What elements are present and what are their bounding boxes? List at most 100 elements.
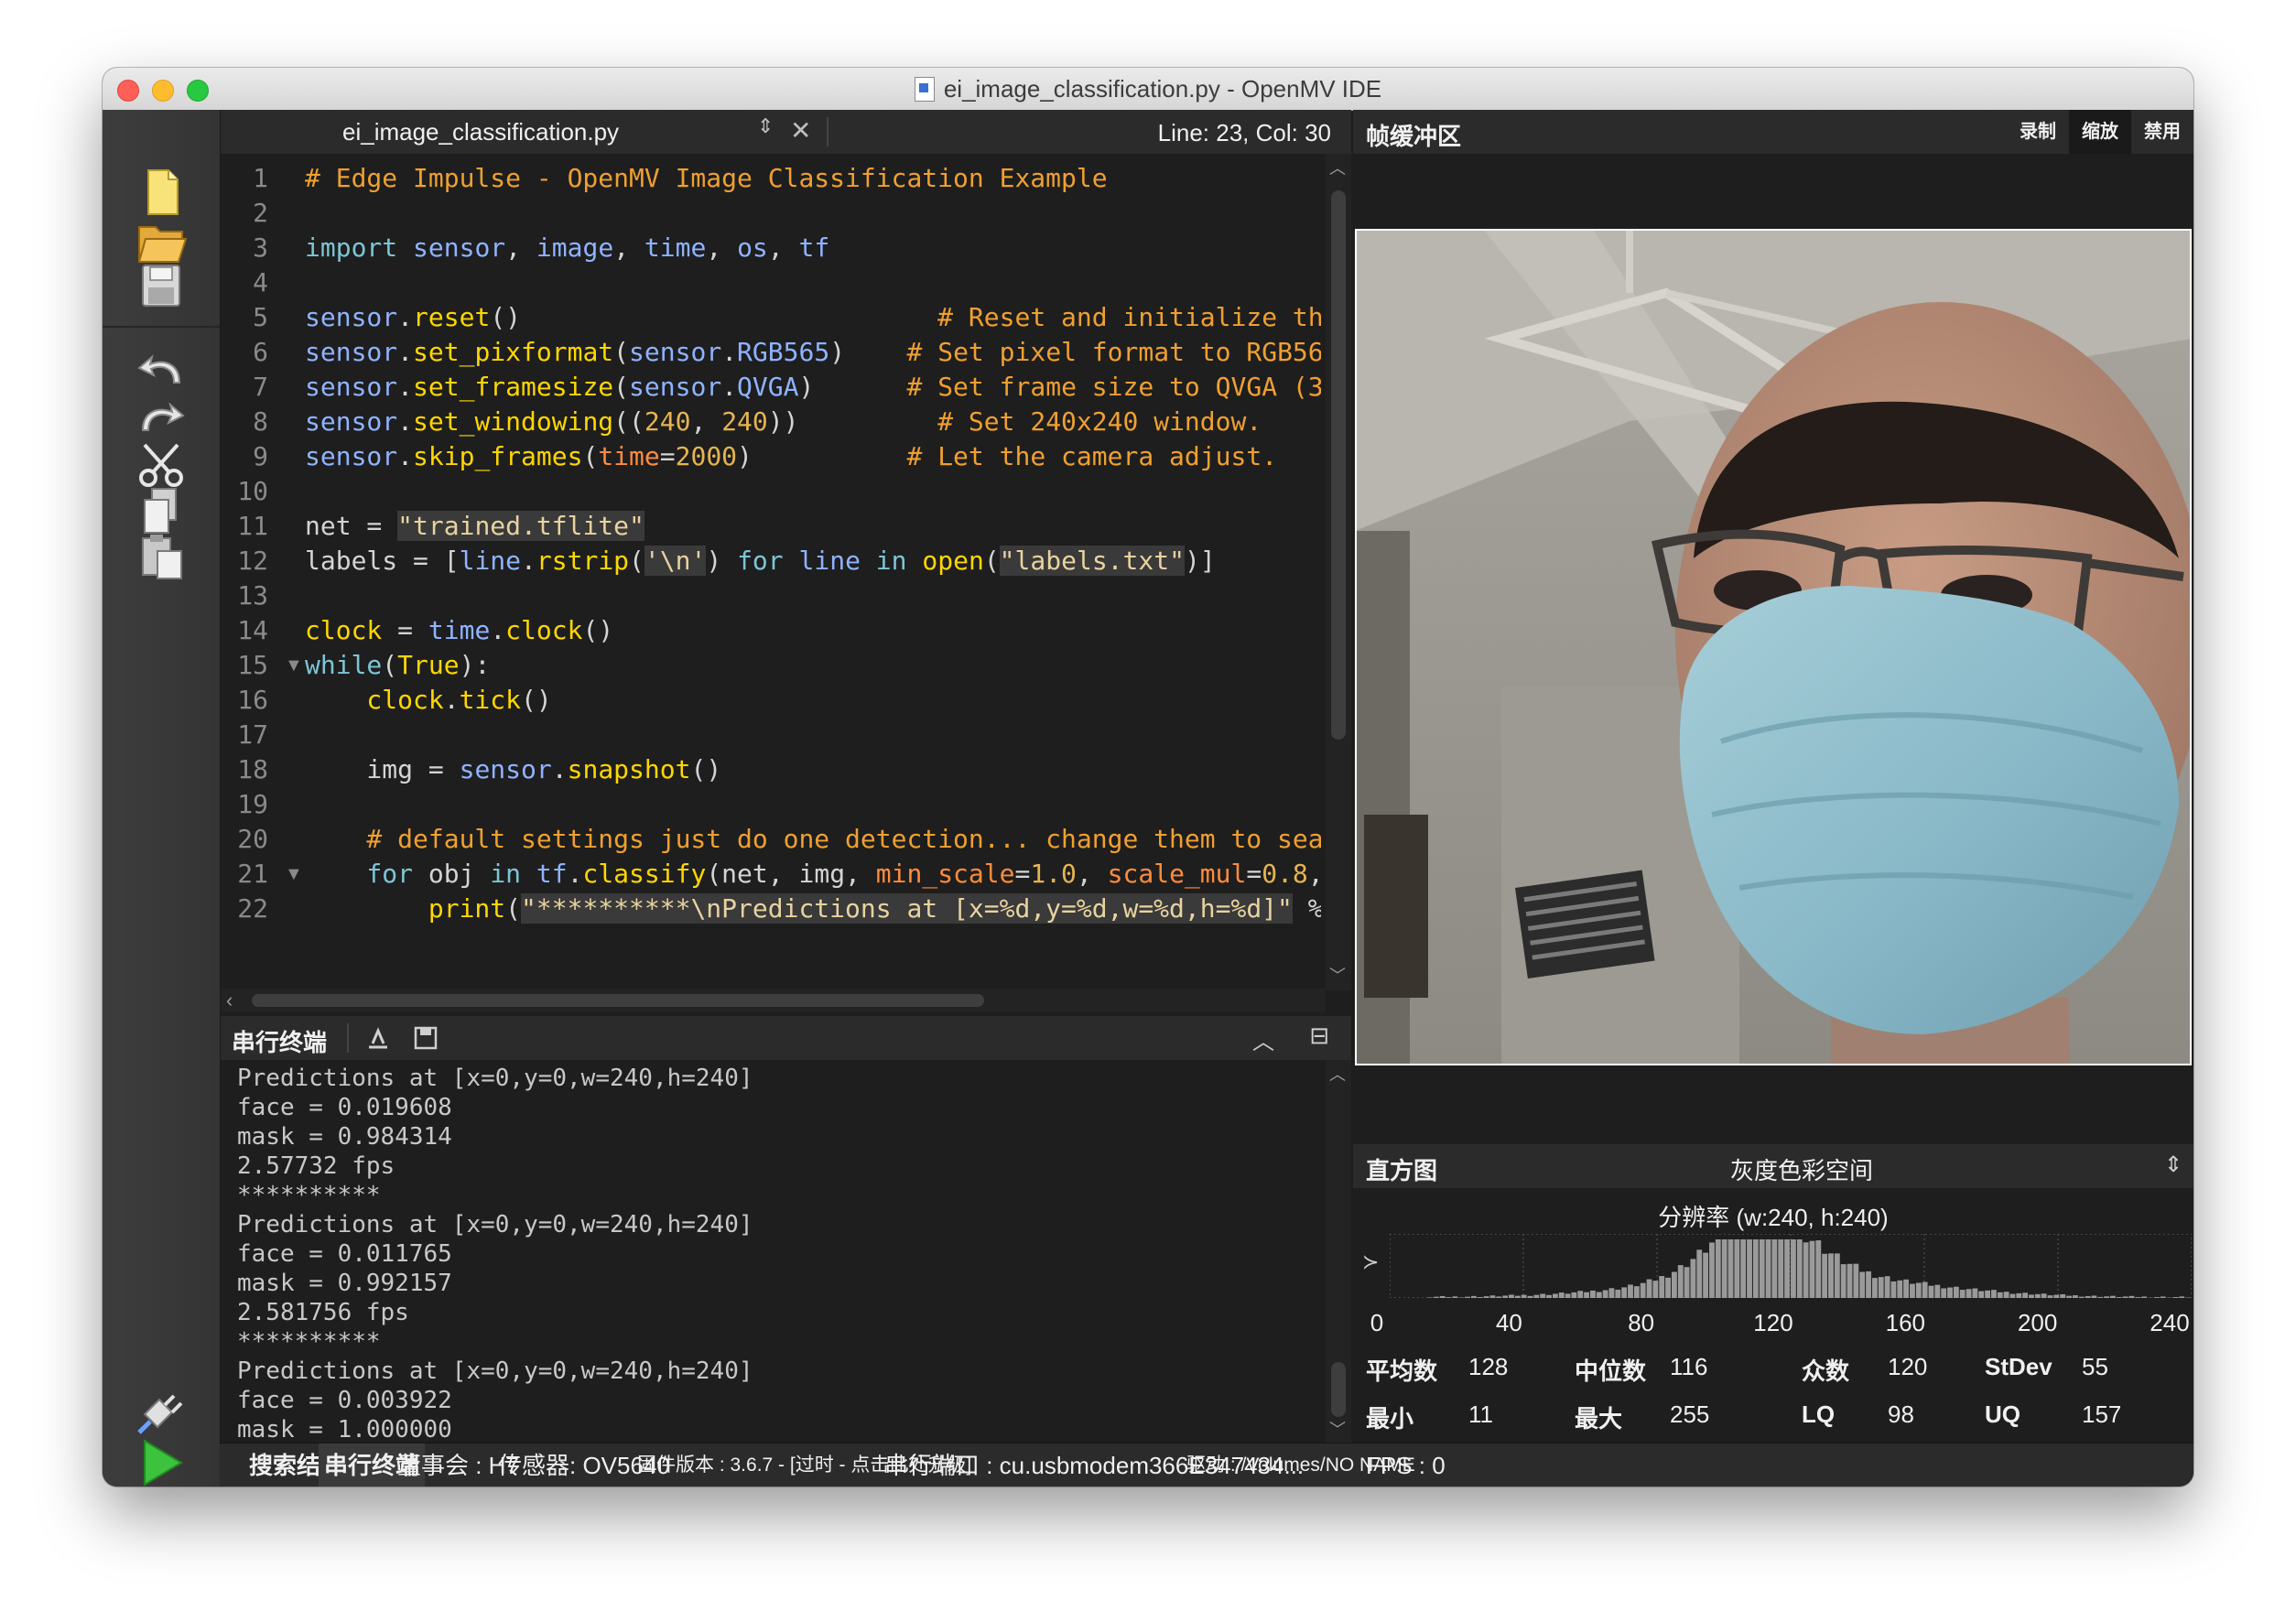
paste-icon[interactable] (132, 527, 190, 586)
code-line[interactable]: sensor.set_framesize(sensor.QVGA) # Set … (305, 370, 1321, 405)
histogram-bar (1452, 1296, 1458, 1298)
fold-arrow-icon[interactable]: ▼ (285, 857, 303, 892)
code-token: ) (737, 441, 753, 471)
histogram-expand-icon[interactable]: ≻ (1362, 1250, 1379, 1274)
frame-buffer-view[interactable] (1353, 154, 2193, 1173)
stat-label: 众数 (1802, 1357, 1850, 1385)
disable-button[interactable]: 禁用 (2131, 110, 2193, 154)
color-space-select[interactable]: 灰度色彩空间 (1730, 1152, 1873, 1186)
histogram-bar (1853, 1263, 1859, 1298)
code-token: , (613, 232, 644, 263)
save-log-icon[interactable] (411, 1023, 440, 1053)
fold-arrow-icon[interactable]: ▼ (285, 648, 303, 683)
histogram-bar (1584, 1292, 1589, 1298)
histogram-bar (1915, 1282, 1922, 1298)
code-line[interactable]: import sensor, image, time, os, tf (305, 231, 829, 265)
code-line[interactable]: clock.tick() (305, 683, 552, 718)
histogram-bar (2122, 1296, 2128, 1298)
terminal-scroll-thumb[interactable] (1331, 1362, 1346, 1417)
code-token: = (351, 511, 398, 541)
code-area[interactable]: # Edge Impulse - OpenMV Image Classifica… (305, 154, 1321, 1014)
code-line[interactable]: print("**********\nPredictions at [x=%d,… (305, 892, 1321, 926)
code-line[interactable]: while(True): (305, 648, 490, 683)
histogram-bar (2116, 1297, 2122, 1298)
color-space-dropdown-icon[interactable]: ⇕ (2164, 1152, 2182, 1178)
terminal-line: face = 0.011765 (237, 1240, 452, 1268)
histogram-bar (1684, 1267, 1690, 1298)
code-token: . (397, 372, 414, 402)
histogram-bar (1997, 1292, 2003, 1298)
code-line[interactable]: labels = [line.rstrip('\n') for line in … (305, 544, 1216, 579)
code-token: open (922, 546, 984, 576)
code-line[interactable]: # default settings just do one detection… (305, 822, 1321, 857)
code-token: scale_mul (1107, 859, 1247, 889)
stat-label: 最小 (1366, 1405, 1414, 1433)
run-icon[interactable] (132, 1433, 190, 1487)
openmv-ide-window: ei_image_classification.py - OpenMV IDE (103, 68, 2193, 1487)
code-line[interactable]: net = "trained.tflite" (305, 509, 644, 544)
minimize-terminal-icon[interactable]: ⊟ (1309, 1022, 1329, 1050)
line-number: 9 (253, 441, 268, 471)
code-line[interactable]: sensor.skip_frames(time=2000) # Let the … (305, 439, 1277, 474)
terminal-scroll-up-icon[interactable]: ︿ (1329, 1062, 1346, 1086)
code-line[interactable]: for obj in tf.classify(net, img, min_sca… (305, 857, 1321, 892)
code-line[interactable]: img = sensor.snapshot() (305, 752, 721, 787)
code-token: ) (829, 337, 846, 367)
save-icon[interactable] (132, 256, 190, 315)
code-token: QVGA (737, 372, 799, 402)
editor-horizontal-scrollbar[interactable]: ‹ (221, 989, 1326, 1012)
histogram-bar (1427, 1297, 1433, 1298)
frame-buffer-controls: 录制 缩放 禁用 (2007, 110, 2193, 154)
record-button[interactable]: 录制 (2007, 110, 2069, 154)
histogram-bar (1633, 1286, 1640, 1298)
histogram-bar (2078, 1296, 2085, 1298)
collapse-terminal-icon[interactable]: ︿ (1252, 1023, 1274, 1055)
code-token: sensor (305, 337, 398, 367)
file-tab-label[interactable]: ei_image_classification.py (342, 118, 619, 146)
code-token: 0.8 (1262, 859, 1308, 889)
editor-tab-bar: ei_image_classification.py ⇕ ✕ Line: 23,… (221, 110, 1351, 155)
histogram-bar (1934, 1284, 1941, 1298)
terminal-line: face = 0.019608 (237, 1094, 452, 1121)
histogram-bar (2022, 1292, 2029, 1298)
scroll-up-icon[interactable]: ︿ (1329, 156, 1346, 179)
code-line[interactable]: sensor.set_windowing((240, 240)) # Set 2… (305, 405, 1262, 439)
close-tab-icon[interactable]: ✕ (790, 115, 811, 146)
code-editor[interactable]: 1 2 3 4 5 6 7 8 9 10 11 12 13 14 15 ▼ 16 17 18 19 20 21 ▼ 22 # … (221, 154, 1351, 1014)
histogram-bar (1747, 1239, 1752, 1298)
code-line[interactable]: clock = time.clock() (305, 613, 613, 648)
code-token: = (1014, 859, 1031, 889)
toolbar-separator (103, 326, 220, 328)
editor-scroll-thumb[interactable] (1331, 190, 1346, 740)
histogram-bar (1677, 1265, 1684, 1298)
editor-hscroll-thumb[interactable] (252, 994, 984, 1007)
code-token: () (521, 685, 552, 715)
scroll-down-icon[interactable]: ﹀ (1329, 963, 1346, 987)
title-bar: ei_image_classification.py - OpenMV IDE (103, 68, 2193, 111)
histogram-bar (1991, 1290, 1997, 1298)
scroll-left-icon[interactable]: ‹ (226, 989, 233, 1012)
histogram-bar (1596, 1292, 1602, 1298)
file-switcher-icon[interactable]: ⇕ (757, 114, 774, 138)
histogram-tick-label: 200 (2017, 1309, 2058, 1336)
terminal-scroll-down-icon[interactable]: ﹀ (1329, 1417, 1346, 1441)
histogram-bar (2060, 1293, 2066, 1298)
terminal-vertical-scrollbar[interactable]: ︿ ﹀ (1326, 1060, 1351, 1444)
code-token: # Edge Impulse - OpenMV Image Classifica… (305, 163, 1108, 193)
clear-terminal-icon[interactable] (363, 1023, 393, 1053)
code-token: while (305, 650, 383, 680)
editor-vertical-scrollbar[interactable]: ︿ ﹀ (1326, 154, 1351, 990)
code-line[interactable]: # Edge Impulse - OpenMV Image Classifica… (305, 161, 1108, 196)
zoom-button[interactable]: 缩放 (2069, 110, 2131, 154)
code-line[interactable]: sensor.set_pixformat(sensor.RGB565) # Se… (305, 335, 1321, 370)
histogram-bar (2135, 1297, 2141, 1298)
code-token: set_pixformat (413, 337, 614, 367)
code-token: . (521, 546, 536, 576)
stat-label: StDev (1985, 1353, 2052, 1380)
code-token: sensor (305, 441, 398, 471)
code-line[interactable]: sensor.reset() # Reset and initialize th… (305, 300, 1321, 335)
line-number: 10 (237, 476, 268, 506)
line-number: 13 (237, 580, 268, 611)
serial-terminal-output[interactable]: ︿ ﹀ Predictions at [x=0,y=0,w=240,h=240]… (221, 1060, 1351, 1444)
stat-label: UQ (1985, 1400, 2020, 1428)
